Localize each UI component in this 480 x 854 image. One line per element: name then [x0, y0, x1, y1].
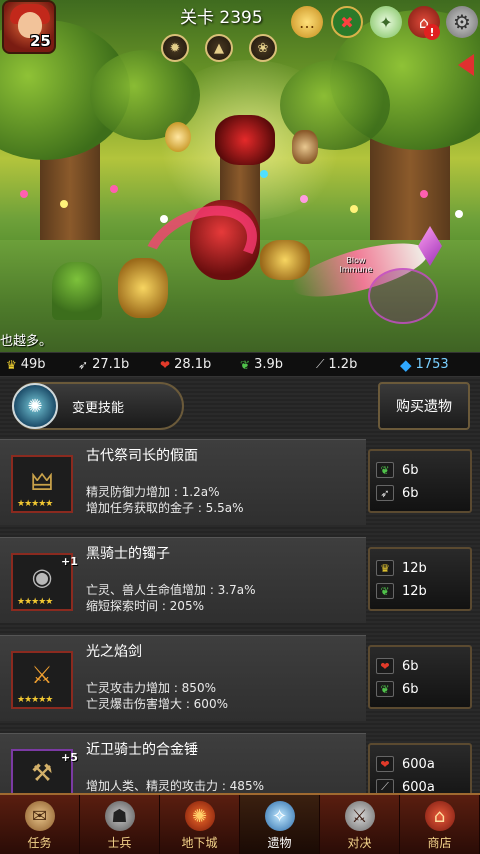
relic-stat: 增加任务获取的金子 : 5.5a% [86, 501, 244, 515]
nav-quest[interactable]: ✉ 任务 [0, 795, 80, 854]
relic-stat: 亡灵攻击力增加 : 850% [86, 681, 216, 695]
battle-scene: Blow Immune 25 关卡 2395 … ✖ ✦ ⌂ ! ⚙ ✹ ▲ ❀… [0, 0, 480, 352]
resource-crown: ♛ 49b [6, 357, 46, 372]
deer-unit [292, 130, 318, 164]
hammer-icon: ⚒ [31, 759, 53, 787]
relic-orb-icon: ✧ [264, 801, 295, 831]
relic-panel: ✺ 变更技能 购买遗物 🜲 ★★★★★ 古代祭司长的假面 精灵防御力增加 : 1… [0, 377, 480, 819]
crown-icon: ♛ [376, 560, 394, 576]
relic-stars: ★★★★★ [17, 499, 53, 509]
relic-plus: +1 [61, 555, 78, 568]
flame-sword-icon: ⚔ [31, 661, 53, 689]
relic-name: 近卫骑士的合金锤 [86, 742, 198, 758]
relic-name: 黑骑士的镯子 [86, 546, 170, 562]
heart-icon: ❤ [376, 756, 394, 772]
relic-stars: ★★★★★ [17, 695, 53, 705]
relic-name: 光之焰剑 [86, 644, 142, 660]
scroll-icon: ✉ [24, 801, 55, 831]
flying-fairy-unit [165, 122, 191, 152]
bracelet-icon: ◉ [31, 563, 53, 591]
relic-name: 古代祭司长的假面 [86, 448, 198, 464]
crown-icon: ♛ [6, 357, 17, 372]
blade-icon: ⟋ [316, 357, 325, 371]
change-skill-label: 变更技能 [72, 400, 125, 416]
relic-stars: ★★★★★ [17, 597, 53, 607]
leaf-icon: ❦ [376, 583, 394, 599]
resource-diamond: ◆ 1753 [400, 355, 449, 374]
relic-stat: 亡灵爆击伤害增大 : 600% [86, 697, 228, 711]
resource-bar: ♛ 49b ➶ 27.1b ❤ 28.1b ❦ 3.9b ⟋ 1.2b ◆ 17… [0, 352, 480, 377]
heart-icon: ❤ [160, 357, 171, 372]
settings-icon[interactable]: ⚙ [446, 6, 478, 38]
tree-monster-unit [52, 262, 102, 320]
relic-cost-button[interactable]: ❤ 6b ❦ 6b [368, 645, 472, 709]
mask-icon: 🜲 [31, 468, 53, 496]
angel-icon[interactable]: ✦ [370, 6, 402, 38]
resource-leaf: ❦ 3.9b [240, 357, 283, 372]
soldier-icon: ☗ [104, 801, 135, 831]
resource-heart: ❤ 28.1b [160, 357, 212, 372]
nav-shop[interactable]: ⌂ 商店 [400, 795, 480, 854]
nav-soldier[interactable]: ☗ 士兵 [80, 795, 160, 854]
leaf-icon: ❦ [240, 357, 251, 372]
player-level: 25 [30, 32, 51, 50]
sword-skill-icon[interactable]: ✹ [161, 34, 189, 62]
magic-circle [368, 268, 438, 324]
feather-icon: ➶ [78, 357, 89, 372]
shop-icon: ⌂ [424, 801, 455, 831]
relic-cost-button[interactable]: ❦ 6b ➶ 6b [368, 449, 472, 513]
collapse-arrow-icon[interactable] [458, 54, 474, 76]
warrior-unit [260, 240, 310, 280]
scroll-message: 也越多。 [0, 334, 53, 349]
relic-stat: 缩短探索时间 : 205% [86, 599, 204, 613]
stage-title: 关卡 2395 [180, 8, 263, 28]
flying-dragon-unit [215, 115, 275, 165]
relic-item[interactable]: ⚔ ★★★★★ 光之焰剑 亡灵攻击力增加 : 850% 亡灵爆击伤害增大 : 6… [0, 635, 480, 721]
chat-icon[interactable]: … [291, 6, 323, 38]
relic-icon-frame: ⚔ ★★★★★ [11, 651, 73, 709]
relic-cost-button[interactable]: ♛ 12b ❦ 12b [368, 547, 472, 611]
game-screen: Blow Immune 25 关卡 2395 … ✖ ✦ ⌂ ! ⚙ ✹ ▲ ❀… [0, 0, 480, 854]
nav-relic[interactable]: ✧ 遗物 [240, 795, 320, 854]
relic-icon-frame: 🜲 ★★★★★ [11, 455, 73, 513]
resource-feather: ➶ 27.1b [78, 357, 130, 372]
relic-item[interactable]: ◉ +1 ★★★★★ 黑骑士的镯子 亡灵、兽人生命值增加 : 3.7a% 缩短探… [0, 537, 480, 623]
relic-stat: 精灵防御力增加 : 1.2a% [86, 485, 220, 499]
leaf-icon: ❦ [376, 681, 394, 697]
nav-duel[interactable]: ⚔ 对决 [320, 795, 400, 854]
change-skill-button[interactable]: ✺ 变更技能 [12, 382, 184, 430]
crossed-swords-icon: ⚔ [344, 801, 375, 831]
resource-blade: ⟋ 1.2b [316, 357, 358, 372]
alert-badge-icon: ! [424, 24, 440, 40]
dungeon-icon: ✺ [184, 801, 215, 831]
angel-wing-orb-icon: ✺ [12, 383, 58, 429]
relic-item[interactable]: 🜲 ★★★★★ 古代祭司长的假面 精灵防御力增加 : 1.2a% 增加任务获取的… [0, 439, 480, 525]
shield-quest-icon[interactable]: ✖ [331, 6, 363, 38]
bottom-nav: ✉ 任务 ☗ 士兵 ✺ 地下城 ✧ 遗物 ⚔ 对决 ⌂ 商店 [0, 793, 480, 854]
heart-icon: ❤ [376, 658, 394, 674]
relic-icon-frame: ◉ +1 ★★★★★ [11, 553, 78, 611]
triangle-skill-icon[interactable]: ▲ [205, 34, 233, 62]
buy-relic-button[interactable]: 购买遗物 [378, 382, 470, 430]
leaf-icon: ❦ [376, 462, 394, 478]
nav-dungeon[interactable]: ✺ 地下城 [160, 795, 240, 854]
relic-plus: +5 [61, 751, 78, 764]
relic-stat: 增加人类、精灵的攻击力 : 485% [86, 779, 264, 793]
wing-skill-icon[interactable]: ❀ [249, 34, 277, 62]
relic-stat: 亡灵、兽人生命值增加 : 3.7a% [86, 583, 256, 597]
blow-immune-text: Blow Immune [339, 256, 373, 274]
diamond-icon: ◆ [400, 355, 412, 374]
feather-icon: ➶ [376, 485, 394, 501]
